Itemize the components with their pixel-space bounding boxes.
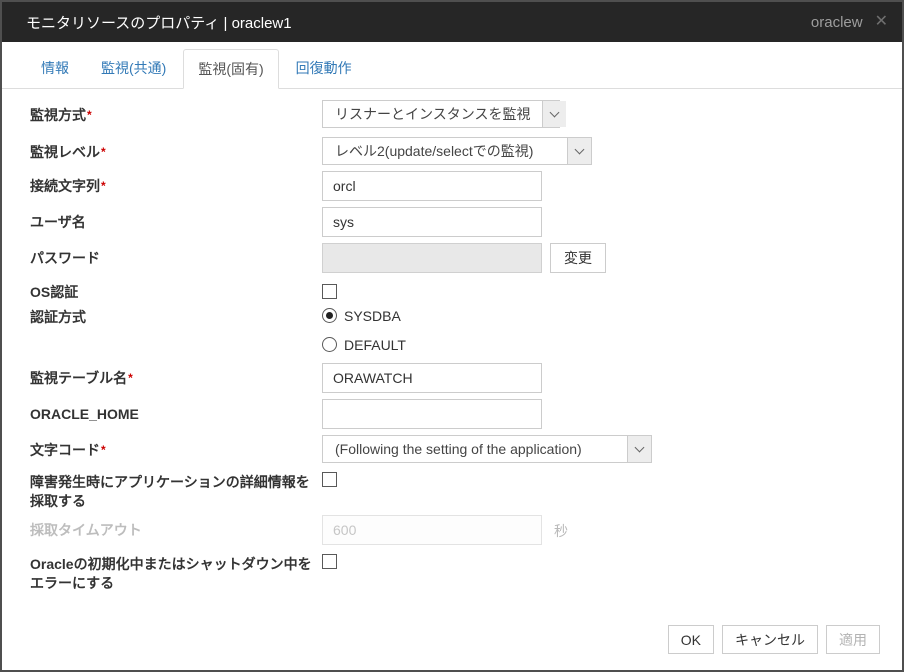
connect-string-input[interactable] <box>322 171 542 201</box>
chevron-down-icon <box>567 138 591 164</box>
char-code-value: (Following the setting of the applicatio… <box>323 436 627 462</box>
row-oracle-home: ORACLE_HOME <box>30 399 878 429</box>
connect-string-label: 接続文字列* <box>30 171 322 196</box>
monitor-method-label: 監視方式* <box>30 100 322 125</box>
os-auth-label: OS認証 <box>30 279 322 302</box>
password-change-button[interactable]: 変更 <box>550 243 606 273</box>
row-collect-timeout: 採取タイムアウト 秒 <box>30 515 878 545</box>
required-mark: * <box>101 179 106 193</box>
monitor-level-value: レベル2(update/selectでの監視) <box>323 138 567 164</box>
radio-sysdba-label: SYSDBA <box>344 306 401 326</box>
connect-string-label-text: 接続文字列 <box>30 178 100 194</box>
row-collect-detail: 障害発生時にアプリケーションの詳細情報を採取する <box>30 469 878 511</box>
dialog-title: モニタリソースのプロパティ | oraclew1 <box>26 12 292 33</box>
required-mark: * <box>101 443 106 457</box>
radio-default-icon[interactable] <box>322 337 337 352</box>
collect-timeout-unit: 秒 <box>554 515 568 541</box>
row-monitor-method: 監視方式* リスナーとインスタンスを監視 <box>30 100 878 128</box>
tab-info[interactable]: 情報 <box>26 48 84 88</box>
row-user-name: ユーザ名 <box>30 207 878 237</box>
monitor-level-label-text: 監視レベル <box>30 144 100 160</box>
row-auth-method: 認証方式 SYSDBA DEFAULT <box>30 306 878 357</box>
close-icon[interactable]: ✕ <box>875 14 888 30</box>
radio-default-label: DEFAULT <box>344 335 406 355</box>
chevron-down-icon <box>627 436 651 462</box>
collect-detail-label: 障害発生時にアプリケーションの詳細情報を採取する <box>30 469 322 511</box>
chevron-down-icon <box>542 101 566 127</box>
char-code-select[interactable]: (Following the setting of the applicatio… <box>322 435 652 463</box>
monitor-level-label: 監視レベル* <box>30 137 322 162</box>
error-on-init-checkbox[interactable] <box>322 554 337 569</box>
monitor-table-input[interactable] <box>322 363 542 393</box>
titlebar-right: oraclew ✕ <box>811 14 888 31</box>
collect-timeout-input <box>322 515 542 545</box>
row-os-auth: OS認証 <box>30 279 878 302</box>
row-monitor-level: 監視レベル* レベル2(update/selectでの監視) <box>30 137 878 165</box>
apply-button[interactable]: 適用 <box>826 625 880 654</box>
required-mark: * <box>87 108 92 122</box>
tab-monitor-common[interactable]: 監視(共通) <box>86 48 181 88</box>
monitor-resource-properties-dialog: モニタリソースのプロパティ | oraclew1 oraclew ✕ 情報 監視… <box>0 0 904 672</box>
auth-method-label: 認証方式 <box>30 306 322 327</box>
auth-option-default[interactable]: DEFAULT <box>322 335 406 355</box>
titlebar: モニタリソースのプロパティ | oraclew1 oraclew ✕ <box>2 2 902 42</box>
tab-recovery-action[interactable]: 回復動作 <box>281 48 367 88</box>
cancel-button[interactable]: キャンセル <box>722 625 818 654</box>
oracle-home-label: ORACLE_HOME <box>30 399 322 424</box>
oracle-home-input[interactable] <box>322 399 542 429</box>
user-name-label: ユーザ名 <box>30 207 322 232</box>
dialog-footer: OK キャンセル 適用 <box>2 625 902 670</box>
row-connect-string: 接続文字列* <box>30 171 878 201</box>
row-password: パスワード 変更 <box>30 243 878 273</box>
char-code-label: 文字コード* <box>30 435 322 460</box>
required-mark: * <box>101 145 106 159</box>
error-on-init-label: Oracleの初期化中またはシャットダウン中をエラーにする <box>30 551 322 593</box>
user-name-input[interactable] <box>322 207 542 237</box>
collect-detail-checkbox[interactable] <box>322 472 337 487</box>
monitor-method-select[interactable]: リスナーとインスタンスを監視 <box>322 100 560 128</box>
monitor-method-value: リスナーとインスタンスを監視 <box>323 101 542 127</box>
required-mark: * <box>128 371 133 385</box>
row-monitor-table: 監視テーブル名* <box>30 363 878 393</box>
radio-sysdba-icon[interactable] <box>322 308 337 323</box>
row-char-code: 文字コード* (Following the setting of the app… <box>30 435 878 463</box>
tab-monitor-special[interactable]: 監視(固有) <box>183 49 278 89</box>
monitor-special-form: 監視方式* リスナーとインスタンスを監視 監視レベル* レベル2(update/… <box>2 89 902 625</box>
password-input <box>322 243 542 273</box>
row-error-on-init: Oracleの初期化中またはシャットダウン中をエラーにする <box>30 551 878 593</box>
ok-button[interactable]: OK <box>668 625 714 654</box>
char-code-label-text: 文字コード <box>30 442 100 458</box>
os-auth-checkbox[interactable] <box>322 284 337 299</box>
monitor-table-label-text: 監視テーブル名 <box>30 370 127 386</box>
window-label: oraclew <box>811 14 863 31</box>
monitor-table-label: 監視テーブル名* <box>30 363 322 388</box>
tab-bar: 情報 監視(共通) 監視(固有) 回復動作 <box>2 42 902 89</box>
monitor-level-select[interactable]: レベル2(update/selectでの監視) <box>322 137 592 165</box>
password-label: パスワード <box>30 243 322 268</box>
collect-timeout-label: 採取タイムアウト <box>30 515 322 540</box>
monitor-method-label-text: 監視方式 <box>30 107 86 123</box>
auth-option-sysdba[interactable]: SYSDBA <box>322 306 401 326</box>
